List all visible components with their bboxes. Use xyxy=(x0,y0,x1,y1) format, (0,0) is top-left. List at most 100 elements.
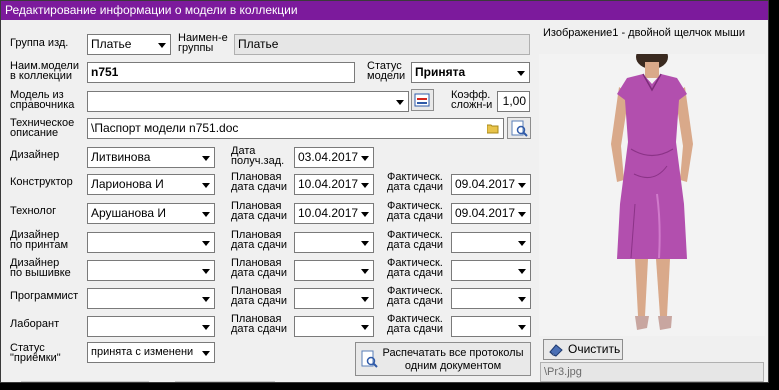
designer-date-label: Дата получ.зад. xyxy=(231,145,285,167)
designer-label: Дизайнер xyxy=(10,149,60,161)
plan-date-value: 10.04.2017 xyxy=(298,206,359,220)
dropdown-arrow-icon xyxy=(202,241,210,246)
window-title: Редактирование информации о модели в кол… xyxy=(1,1,768,20)
acceptance-label: Статус "приёмки" xyxy=(10,342,61,364)
status-combo[interactable]: Принята xyxy=(411,62,530,83)
plan-date-picker[interactable] xyxy=(294,260,374,281)
dropdown-arrow-icon xyxy=(202,156,210,161)
plan-date-label: Плановая дата сдачи xyxy=(231,200,288,222)
preview-button[interactable] xyxy=(507,117,531,139)
fact-date-label: Фактическ. дата сдачи xyxy=(387,200,444,222)
model-name-label: Наим.модели в коллекции xyxy=(10,60,79,82)
dropdown-arrow-icon xyxy=(361,241,369,246)
status-label: Статус модели xyxy=(367,60,406,82)
fact-date-picker[interactable]: 09.04.2017 xyxy=(451,174,531,195)
status-value: Принята xyxy=(415,65,466,79)
group-label: Группа изд. xyxy=(10,37,69,49)
tech-desc-field[interactable]: \Паспорт модели n751.doc xyxy=(87,118,504,139)
tech-desc-label: Техническое описание xyxy=(10,117,75,139)
plan-date-label: Плановая дата сдачи xyxy=(231,257,288,279)
role-value: Ларионова И xyxy=(91,177,164,191)
fact-date-label: Фактическ. дата сдачи xyxy=(387,171,444,193)
fact-date-picker[interactable] xyxy=(451,232,531,253)
group-name-label: Наимен-е группы xyxy=(178,32,228,54)
role-combo[interactable]: Арушанова И xyxy=(87,203,215,224)
folder-icon[interactable] xyxy=(487,123,499,134)
print-button-label: Распечатать все протоколы одним документо… xyxy=(382,347,524,372)
dropdown-arrow-icon xyxy=(518,325,526,330)
dropdown-arrow-icon xyxy=(517,71,525,76)
role-combo[interactable] xyxy=(87,232,215,253)
ref-model-label: Модель из справочника xyxy=(10,89,75,111)
model-name-input[interactable]: n751 xyxy=(87,62,355,83)
dropdown-arrow-icon xyxy=(518,269,526,274)
fact-date-label: Фактическ. дата сдачи xyxy=(387,257,444,279)
fact-date-picker[interactable] xyxy=(451,316,531,337)
image-path-field: \Pr3.jpg xyxy=(540,362,764,382)
tech-desc-value: \Паспорт модели n751.doc xyxy=(91,121,239,135)
dropdown-arrow-icon xyxy=(158,43,166,48)
eraser-icon xyxy=(549,344,563,357)
acceptance-value: принята с изменени xyxy=(91,346,194,358)
plan-date-label: Плановая дата сдачи xyxy=(231,313,288,335)
role-combo[interactable] xyxy=(87,288,215,309)
dropdown-arrow-icon xyxy=(202,297,210,302)
group-value: Платье xyxy=(91,37,132,51)
edit-model-window: Редактирование информации о модели в кол… xyxy=(0,0,769,383)
dropdown-arrow-icon xyxy=(518,212,526,217)
designer-combo[interactable]: Литвинова xyxy=(87,147,215,168)
image-caption: Изображение1 - двойной щелчок мыши xyxy=(543,27,745,39)
dropdown-arrow-icon xyxy=(202,212,210,217)
model-image[interactable] xyxy=(539,45,765,336)
print-icon xyxy=(361,350,378,368)
role-combo[interactable] xyxy=(87,316,215,337)
role-combo[interactable]: Ларионова И xyxy=(87,174,215,195)
role-value: Арушанова И xyxy=(91,206,167,220)
role-label: Дизайнер по принтам xyxy=(10,229,69,251)
designer-date-value: 03.04.2017 xyxy=(298,150,359,164)
dropdown-arrow-icon xyxy=(361,156,369,161)
select-model-button[interactable] xyxy=(411,89,434,111)
fact-date-label: Фактическ. дата сдачи xyxy=(387,285,444,307)
dropdown-arrow-icon xyxy=(361,325,369,330)
role-label: Лаборант xyxy=(10,318,60,330)
preview-icon xyxy=(511,120,528,137)
designer-date-picker[interactable]: 03.04.2017 xyxy=(294,147,374,168)
designer-value: Литвинова xyxy=(91,150,151,164)
plan-date-picker[interactable] xyxy=(294,232,374,253)
dropdown-arrow-icon xyxy=(202,325,210,330)
dropdown-arrow-icon xyxy=(361,212,369,217)
plan-date-picker[interactable]: 10.04.2017 xyxy=(294,174,374,195)
role-label: Технолог xyxy=(10,205,57,217)
coef-label: Коэфф. сложн-и xyxy=(451,89,493,111)
plan-date-label: Плановая дата сдачи xyxy=(231,285,288,307)
role-label: Программист xyxy=(10,290,79,302)
clear-label: Очистить xyxy=(568,342,621,356)
coef-input[interactable]: 1,00 xyxy=(497,91,530,112)
plan-date-label: Плановая дата сдачи xyxy=(231,171,288,193)
dropdown-arrow-icon xyxy=(202,183,210,188)
fact-date-value: 09.04.2017 xyxy=(455,177,516,191)
dropdown-arrow-icon xyxy=(518,297,526,302)
acceptance-combo[interactable]: принята с изменени xyxy=(87,342,215,363)
fact-date-picker[interactable] xyxy=(451,260,531,281)
dropdown-arrow-icon xyxy=(202,351,210,356)
fact-date-picker[interactable]: 09.04.2017 xyxy=(451,203,531,224)
clear-image-button[interactable]: Очистить xyxy=(543,339,623,360)
print-all-protocols-button[interactable]: Распечатать все протоколы одним документо… xyxy=(355,342,531,376)
ref-model-combo[interactable] xyxy=(87,91,409,112)
fact-date-picker[interactable] xyxy=(451,288,531,309)
plan-date-value: 10.04.2017 xyxy=(298,177,359,191)
plan-date-picker[interactable] xyxy=(294,316,374,337)
plan-date-label: Плановая дата сдачи xyxy=(231,229,288,251)
dropdown-arrow-icon xyxy=(361,269,369,274)
dropdown-arrow-icon xyxy=(518,241,526,246)
group-combo[interactable]: Платье xyxy=(87,34,171,55)
role-combo[interactable] xyxy=(87,260,215,281)
bottom-field-edge xyxy=(21,381,149,382)
select-model-icon xyxy=(414,93,430,107)
plan-date-picker[interactable] xyxy=(294,288,374,309)
plan-date-picker[interactable]: 10.04.2017 xyxy=(294,203,374,224)
dress-photo xyxy=(539,45,765,336)
dropdown-arrow-icon xyxy=(202,269,210,274)
